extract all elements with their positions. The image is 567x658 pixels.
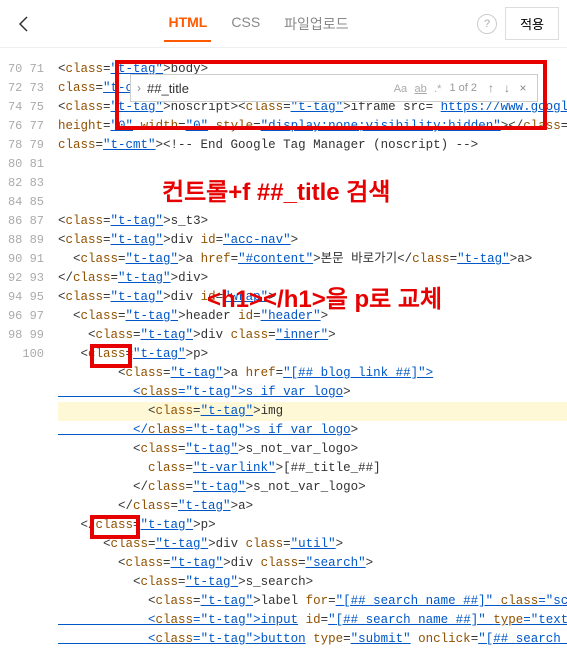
back-button[interactable] bbox=[8, 8, 40, 40]
tab-html[interactable]: HTML bbox=[164, 6, 211, 42]
tab-fileupload[interactable]: 파일업로드 bbox=[280, 6, 352, 42]
tab-css[interactable]: CSS bbox=[227, 6, 264, 42]
editor-tabs: HTML CSS 파일업로드 bbox=[164, 6, 352, 42]
find-bar: › Aa ab .* 1 of 2 ↑ ↓ × bbox=[130, 74, 538, 102]
arrow-left-icon bbox=[14, 14, 34, 34]
annotation-text-2: <h1></h1>을 p로 교체 bbox=[207, 279, 442, 314]
find-close-button[interactable]: × bbox=[515, 81, 531, 95]
find-match-count: 1 of 2 bbox=[449, 82, 477, 94]
annotation-text-1: 컨트롤+f ##_title 검색 bbox=[162, 172, 390, 207]
find-word-toggle[interactable]: ab bbox=[415, 83, 427, 95]
help-button[interactable]: ? bbox=[477, 14, 497, 34]
find-expand-icon[interactable]: › bbox=[137, 81, 141, 95]
code-editor-content[interactable]: <class="t-tag">body> class="t-cmt"><!-- … bbox=[58, 60, 567, 658]
line-number-gutter: 70 71 72 73 74 75 76 77 78 79 80 81 82 8… bbox=[0, 60, 52, 658]
find-prev-button[interactable]: ↑ bbox=[483, 81, 499, 95]
apply-button[interactable]: 적용 bbox=[505, 7, 559, 40]
find-next-button[interactable]: ↓ bbox=[499, 81, 515, 95]
find-case-toggle[interactable]: Aa bbox=[394, 83, 407, 95]
topbar: HTML CSS 파일업로드 ? 적용 bbox=[0, 0, 567, 48]
find-regex-toggle[interactable]: .* bbox=[434, 83, 441, 95]
find-options: Aa ab .* bbox=[392, 81, 444, 95]
find-input[interactable] bbox=[145, 79, 392, 98]
